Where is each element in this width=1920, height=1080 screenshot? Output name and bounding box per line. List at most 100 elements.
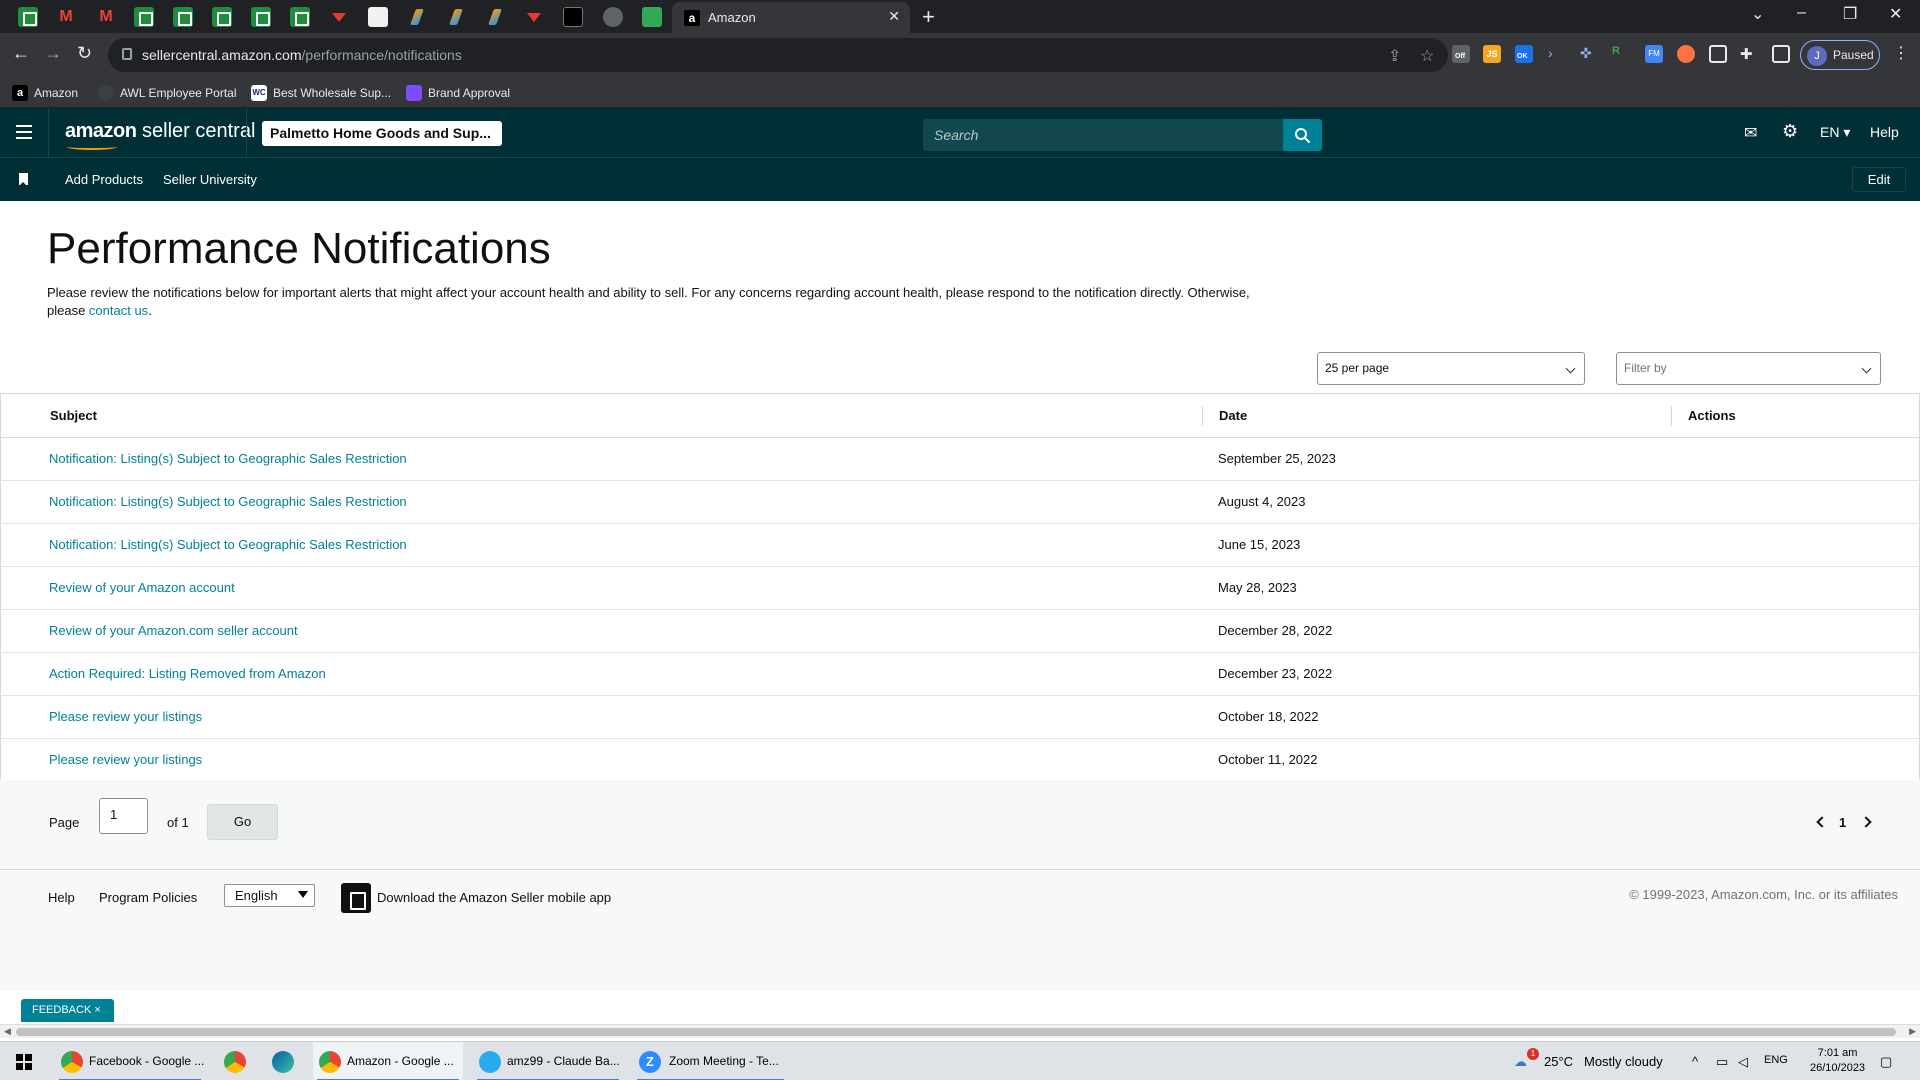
- horizontal-scrollbar[interactable]: ◀ ▶: [0, 1024, 1920, 1038]
- clock[interactable]: 7:01 am 26/10/2023: [1810, 1046, 1865, 1076]
- close-icon[interactable]: ×: [94, 1004, 100, 1016]
- taskbar-telegram[interactable]: amz99 - Claude Ba...: [473, 1042, 623, 1080]
- taskbar-edge[interactable]: [263, 1042, 303, 1080]
- address-bar[interactable]: sellercentral.amazon.com/performance/not…: [108, 38, 1448, 72]
- google-sheets-tab-icon[interactable]: [18, 7, 38, 27]
- page-number-input[interactable]: 1: [99, 798, 148, 834]
- weather-cloud-icon[interactable]: ☁: [1514, 1054, 1527, 1070]
- weather-description[interactable]: Mostly cloudy: [1584, 1054, 1663, 1069]
- grey-circle-tab-icon[interactable]: [603, 7, 623, 27]
- program-policies-link[interactable]: Program Policies: [99, 890, 197, 905]
- taskbar-amazon-chrome[interactable]: Amazon - Google ...: [313, 1042, 463, 1080]
- temperature[interactable]: 25°C: [1544, 1054, 1573, 1069]
- puzzle-blue-extension-icon[interactable]: ✜: [1580, 45, 1598, 63]
- notification-subject-link[interactable]: Action Required: Listing Removed from Am…: [49, 666, 326, 681]
- contact-us-link[interactable]: contact us: [89, 303, 148, 318]
- chevron-left-icon[interactable]: [1816, 816, 1828, 828]
- bookmark-amazon[interactable]: a Amazon: [12, 83, 78, 103]
- restore-icon[interactable]: ❐: [1843, 4, 1857, 24]
- js-extension-icon[interactable]: JS: [1483, 45, 1501, 63]
- document-tab-icon[interactable]: [368, 7, 388, 27]
- orange-extension-icon[interactable]: [1677, 45, 1695, 63]
- share-icon[interactable]: ⇪: [1388, 46, 1401, 66]
- skull-tab-icon[interactable]: [563, 7, 583, 27]
- slash-tab-icon[interactable]: [447, 7, 467, 27]
- nav-seller-university[interactable]: Seller University: [163, 172, 257, 187]
- header-subject[interactable]: Subject: [50, 408, 97, 423]
- network-icon[interactable]: ▭: [1716, 1054, 1728, 1070]
- notification-subject-link[interactable]: Notification: Listing(s) Subject to Geog…: [49, 451, 407, 466]
- filter-select[interactable]: Filter by: [1616, 352, 1881, 385]
- go-button[interactable]: Go: [207, 804, 278, 840]
- extensions-puzzle-icon[interactable]: ✚: [1740, 45, 1758, 63]
- google-sheets-tab-icon[interactable]: [134, 7, 154, 27]
- extension-off-icon[interactable]: Off: [1452, 45, 1470, 63]
- notification-subject-link[interactable]: Review of your Amazon account: [49, 580, 235, 595]
- reload-icon[interactable]: ↻: [77, 43, 92, 64]
- store-selector[interactable]: Palmetto Home Goods and Sup...: [262, 121, 502, 146]
- download-app-link[interactable]: Download the Amazon Seller mobile app: [377, 890, 611, 905]
- per-page-select[interactable]: 25 per page: [1317, 352, 1585, 385]
- scroll-right-icon[interactable]: ▶: [1909, 1026, 1916, 1037]
- taskbar-zoom[interactable]: Z Zoom Meeting - Te...: [633, 1042, 788, 1080]
- notifications-icon[interactable]: ▢: [1880, 1054, 1892, 1070]
- google-sheets-tab-icon[interactable]: [251, 7, 271, 27]
- google-sheets-tab-icon[interactable]: [212, 7, 232, 27]
- cursor-extension-icon[interactable]: ›: [1548, 45, 1566, 63]
- chevron-right-icon[interactable]: [1860, 816, 1872, 828]
- amazon-seller-app-icon[interactable]: [341, 883, 371, 913]
- feedback-button[interactable]: FEEDBACK ×: [21, 999, 114, 1022]
- scroll-thumb[interactable]: [16, 1028, 1896, 1036]
- qr-extension-icon[interactable]: [1709, 45, 1727, 63]
- language-selector[interactable]: EN ▾: [1820, 124, 1850, 141]
- search-button[interactable]: [1283, 119, 1322, 151]
- green-tab-icon[interactable]: [642, 7, 662, 27]
- slash-tab-icon[interactable]: [408, 7, 428, 27]
- slash-tab-icon[interactable]: [486, 7, 506, 27]
- bookmark-icon[interactable]: [19, 173, 28, 186]
- hamburger-menu-icon[interactable]: [16, 125, 32, 139]
- footer-help-link[interactable]: Help: [48, 890, 75, 905]
- gmail-tab-icon[interactable]: M: [56, 7, 76, 27]
- google-sheets-tab-icon[interactable]: [290, 7, 310, 27]
- star-icon[interactable]: ☆: [1420, 46, 1434, 66]
- google-sheets-tab-icon[interactable]: [173, 7, 193, 27]
- input-language[interactable]: ENG: [1764, 1054, 1788, 1066]
- scroll-left-icon[interactable]: ◀: [4, 1026, 11, 1037]
- red-triangle-tab-icon[interactable]: [524, 7, 544, 27]
- back-icon[interactable]: ←: [12, 43, 30, 64]
- bookmark-awl-employee-portal[interactable]: AWL Employee Portal: [98, 83, 237, 103]
- nav-add-products[interactable]: Add Products: [65, 172, 143, 187]
- r-extension-icon[interactable]: R: [1612, 45, 1630, 63]
- notification-subject-link[interactable]: Notification: Listing(s) Subject to Geog…: [49, 537, 407, 552]
- seller-central-logo[interactable]: amazon seller central: [65, 120, 255, 150]
- gear-icon[interactable]: ⚙: [1782, 121, 1798, 142]
- edit-button[interactable]: Edit: [1852, 167, 1906, 192]
- footer-language-select[interactable]: English: [224, 884, 315, 907]
- new-tab-icon[interactable]: +: [922, 4, 935, 30]
- close-window-icon[interactable]: ✕: [1889, 4, 1902, 24]
- notification-subject-link[interactable]: Review of your Amazon.com seller account: [49, 623, 298, 638]
- header-date[interactable]: Date: [1219, 408, 1247, 423]
- current-page-number[interactable]: 1: [1839, 815, 1846, 830]
- minimize-icon[interactable]: –: [1797, 4, 1806, 22]
- taskbar-chrome[interactable]: [215, 1042, 255, 1080]
- fm-extension-icon[interactable]: FM: [1645, 45, 1663, 63]
- search-input[interactable]: Search: [923, 119, 1285, 151]
- notification-subject-link[interactable]: Please review your listings: [49, 709, 202, 724]
- gmail-tab-icon[interactable]: M: [96, 7, 116, 27]
- notification-subject-link[interactable]: Please review your listings: [49, 752, 202, 767]
- bookmark-best-wholesale[interactable]: WC Best Wholesale Sup...: [251, 83, 391, 103]
- red-triangle-tab-icon[interactable]: [329, 7, 349, 27]
- forward-icon[interactable]: →: [44, 43, 62, 64]
- mail-icon[interactable]: ✉: [1744, 123, 1757, 143]
- notification-subject-link[interactable]: Notification: Listing(s) Subject to Geog…: [49, 494, 407, 509]
- side-panel-icon[interactable]: [1772, 45, 1790, 63]
- chevron-up-icon[interactable]: ^: [1692, 1054, 1698, 1069]
- taskbar-facebook-chrome[interactable]: Facebook - Google ...: [55, 1042, 205, 1080]
- more-menu-icon[interactable]: ⋮: [1893, 43, 1909, 63]
- windows-start-icon[interactable]: [16, 1054, 32, 1070]
- ok-extension-icon[interactable]: OK: [1515, 45, 1533, 63]
- volume-icon[interactable]: ◁: [1738, 1054, 1748, 1070]
- help-link[interactable]: Help: [1870, 124, 1899, 140]
